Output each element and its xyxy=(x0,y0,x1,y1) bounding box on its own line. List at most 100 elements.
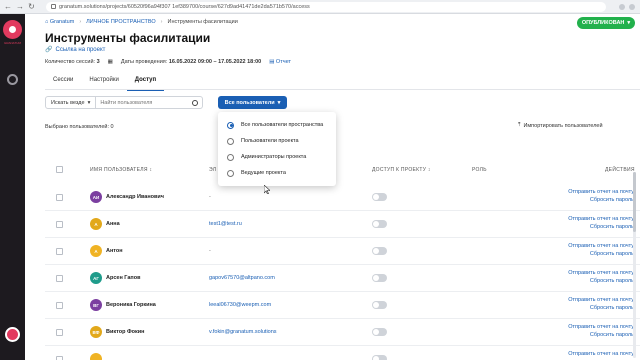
search-input[interactable] xyxy=(96,99,183,106)
radio-icon xyxy=(227,137,234,145)
browser-actions xyxy=(619,3,635,10)
table-row: ВФ Виктор Фокин v.fokin@granatum.solutio… xyxy=(45,319,640,346)
project-meta: Количество сессий: 3 ▦ Даты проведения: … xyxy=(45,59,291,65)
breadcrumb-separator: › xyxy=(79,19,82,25)
gear-icon[interactable] xyxy=(7,74,18,85)
mouse-cursor-icon xyxy=(264,185,270,194)
user-name: Антон xyxy=(106,248,123,254)
avatar: ВГ xyxy=(90,299,102,311)
column-role: РОЛЬ xyxy=(472,167,487,173)
profile-icon[interactable] xyxy=(629,3,635,10)
send-report-link[interactable]: Отправить отчет на почту xyxy=(538,188,634,196)
row-checkbox[interactable] xyxy=(56,248,63,255)
table-row: АГ Арсен Гапов gapov67570@altpano.com От… xyxy=(45,265,640,292)
forward-icon[interactable]: → xyxy=(16,2,24,11)
filter-option-admins[interactable]: Администраторы проекта xyxy=(218,149,336,165)
back-icon[interactable]: ← xyxy=(4,2,12,11)
url-text: granatum.solutions/projects/60520f96a94f… xyxy=(59,3,310,10)
link-icon: 🔗 xyxy=(45,47,53,53)
reset-password-link[interactable]: Сбросить пароль xyxy=(538,223,634,231)
user-email[interactable]: test1@test.ru xyxy=(209,221,242,227)
radio-checked-icon xyxy=(227,121,234,129)
row-actions: Отправить отчет на почту Сбросить пароль xyxy=(538,269,634,285)
filter-option-all[interactable]: Все пользователи пространства xyxy=(218,117,336,133)
user-email[interactable]: v.fokin@granatum.solutions xyxy=(209,329,277,335)
send-report-link[interactable]: Отправить отчет на почту xyxy=(538,323,634,331)
project-link[interactable]: 🔗 Ссылка на проект xyxy=(45,46,105,54)
search-icon[interactable] xyxy=(192,99,198,106)
row-checkbox[interactable] xyxy=(56,194,63,201)
row-checkbox[interactable] xyxy=(56,356,63,360)
column-email[interactable]: ЭЛ xyxy=(209,167,216,173)
access-toggle[interactable] xyxy=(372,274,387,282)
row-actions: Отправить отчет на почту Сбросить пароль xyxy=(538,188,634,204)
send-report-link[interactable]: Отправить отчет на почту xyxy=(538,242,634,250)
access-toggle[interactable] xyxy=(372,301,387,309)
row-checkbox[interactable] xyxy=(56,302,63,309)
send-report-link[interactable]: Отправить отчет на почту xyxy=(538,350,634,358)
access-toggle[interactable] xyxy=(372,328,387,336)
reset-password-link[interactable]: Сбросить пароль xyxy=(538,250,634,258)
import-users-button[interactable]: ⤒ Импортировать пользователей xyxy=(518,122,603,129)
avatar: А xyxy=(90,245,102,257)
user-name: Вероника Горкина xyxy=(106,302,156,308)
table-row: АИ Александр Иванович - Отправить отчет … xyxy=(45,184,640,211)
send-report-link[interactable]: Отправить отчет на почту xyxy=(538,296,634,304)
address-bar[interactable]: granatum.solutions/projects/60520f96a94f… xyxy=(46,1,606,12)
reset-password-link[interactable]: Сбросить пароль xyxy=(538,196,634,204)
breadcrumb-current: Инструменты фасилитации xyxy=(167,19,238,25)
access-toggle[interactable] xyxy=(372,355,387,360)
avatar: АГ xyxy=(90,272,102,284)
publish-status-button[interactable]: ОПУБЛИКОВАН ▾ xyxy=(577,17,635,29)
extension-icon[interactable] xyxy=(619,3,625,10)
reload-icon[interactable]: ↻ xyxy=(28,2,35,11)
table-scrollbar[interactable] xyxy=(633,172,636,358)
reset-password-link[interactable]: Сбросить пароль xyxy=(538,331,634,339)
avatar: ВФ xyxy=(90,326,102,338)
access-toggle[interactable] xyxy=(372,247,387,255)
filter-option-project-users[interactable]: Пользователи проекта xyxy=(218,133,336,149)
user-email[interactable]: gapov67570@altpano.com xyxy=(209,275,275,281)
row-checkbox[interactable] xyxy=(56,275,63,282)
select-all-checkbox[interactable] xyxy=(56,166,63,173)
access-toggle[interactable] xyxy=(372,220,387,228)
radio-icon xyxy=(227,169,234,177)
column-username[interactable]: ИМЯ ПОЛЬЗОВАТЕЛЯ ↕ xyxy=(90,167,152,173)
table-row: ВГ Вероника Горкина leeal06730@weepm.com… xyxy=(45,292,640,319)
column-actions: ДЕЙСТВИЯ xyxy=(605,167,635,173)
chevron-down-icon: ▾ xyxy=(87,99,91,106)
user-email[interactable]: leeal06730@weepm.com xyxy=(209,302,271,308)
main-content: ⌂ Granatum › ЛИЧНОЕ ПРОСТРАНСТВО › Инстр… xyxy=(25,14,640,360)
breadcrumb-space[interactable]: ЛИЧНОЕ ПРОСТРАНСТВО xyxy=(86,19,155,25)
browser-toolbar: ← → ↻ granatum.solutions/projects/60520f… xyxy=(0,0,640,14)
breadcrumb-home[interactable]: ⌂ Granatum xyxy=(45,19,74,25)
user-avatar[interactable] xyxy=(5,327,20,342)
selected-count: Выбрано пользователей: 0 xyxy=(45,124,114,130)
row-checkbox[interactable] xyxy=(56,221,63,228)
reset-password-link[interactable]: Сбросить пароль xyxy=(538,277,634,285)
user-search: Искать везде ▾ xyxy=(45,96,203,109)
avatar: А xyxy=(90,218,102,230)
user-filter-button[interactable]: Все пользователи ▾ xyxy=(218,96,287,109)
row-actions: Отправить отчет на почту xyxy=(538,350,634,358)
upload-icon: ⤒ xyxy=(518,122,521,128)
send-report-link[interactable]: Отправить отчет на почту xyxy=(538,269,634,277)
table-row: А Антон - Отправить отчет на почту Сброс… xyxy=(45,238,640,265)
chevron-down-icon: ▾ xyxy=(277,99,281,106)
filter-option-facilitators[interactable]: Ведущие проекта xyxy=(218,165,336,181)
lock-icon xyxy=(51,4,56,9)
report-link[interactable]: ▤ Отчет xyxy=(269,59,291,65)
logo-text: GRANATUM xyxy=(4,41,21,45)
user-name: Александр Иванович xyxy=(106,194,164,200)
access-toggle[interactable] xyxy=(372,193,387,201)
search-scope-select[interactable]: Искать везде ▾ xyxy=(46,97,97,108)
row-actions: Отправить отчет на почту Сбросить пароль xyxy=(538,242,634,258)
sessions-count: Количество сессий: 3 xyxy=(45,59,100,65)
send-report-link[interactable]: Отправить отчет на почту xyxy=(538,215,634,223)
user-email: - xyxy=(209,248,211,254)
column-access[interactable]: ДОСТУП К ПРОЕКТУ ↕ xyxy=(372,167,431,173)
reset-password-link[interactable]: Сбросить пароль xyxy=(538,304,634,312)
granatum-logo[interactable] xyxy=(3,20,22,39)
row-checkbox[interactable] xyxy=(56,329,63,336)
user-name: Анна xyxy=(106,221,120,227)
